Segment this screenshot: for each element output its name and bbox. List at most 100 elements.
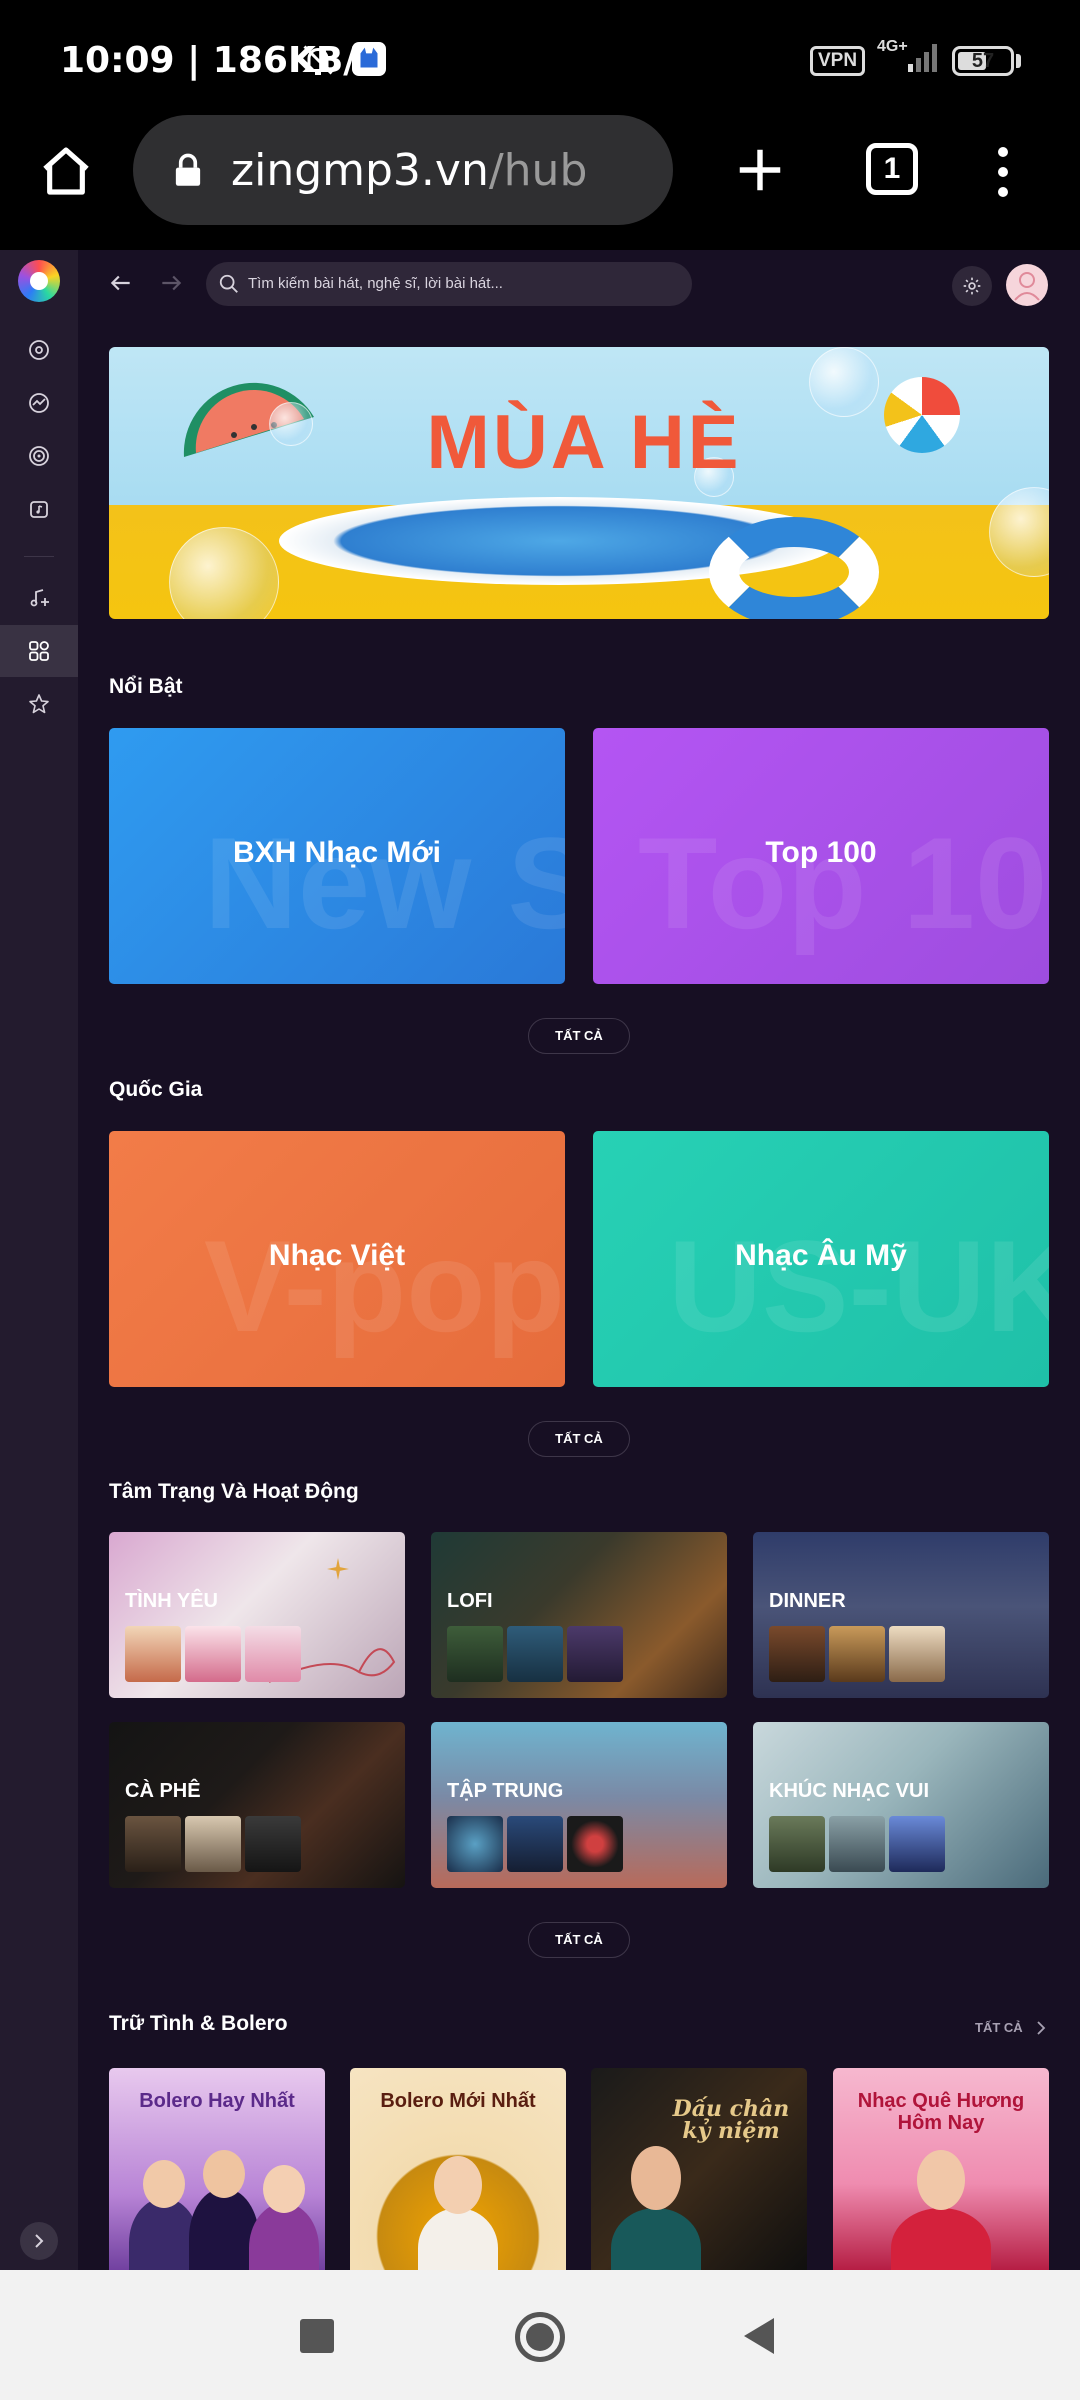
- sidebar-expand-button[interactable]: [20, 2222, 58, 2260]
- see-all-button[interactable]: TẤT CẢ: [528, 1018, 630, 1054]
- mood-label: DINNER: [769, 1590, 846, 1612]
- search-icon: [219, 274, 238, 293]
- disc-icon: [29, 340, 49, 360]
- playlist-card-nhac-que-huong[interactable]: Nhạc Quê Hương Hôm Nay: [833, 2068, 1049, 2270]
- new-tab-icon[interactable]: [733, 143, 787, 197]
- mood-card-dinner[interactable]: DINNER: [753, 1532, 1049, 1698]
- playlist-thumb[interactable]: [829, 1816, 885, 1872]
- sidebar-item-chart[interactable]: [0, 377, 78, 429]
- search-input[interactable]: Tìm kiếm bài hát, nghệ sĩ, lời bài hát..…: [206, 262, 692, 306]
- sidebar-item-discover[interactable]: [0, 324, 78, 376]
- section-title-country: Quốc Gia: [109, 1078, 203, 1101]
- section-title-featured: Nổi Bật: [109, 675, 183, 698]
- home-button[interactable]: [515, 2312, 565, 2362]
- tab-switcher-button[interactable]: 1: [866, 143, 918, 195]
- artist-face: [143, 2160, 185, 2208]
- see-all-link[interactable]: TẤT CẢ: [975, 2020, 1046, 2035]
- playlist-thumb[interactable]: [125, 1816, 181, 1872]
- user-avatar[interactable]: [1006, 264, 1048, 306]
- playlist-thumb[interactable]: [245, 1626, 301, 1682]
- playlist-thumb[interactable]: [567, 1626, 623, 1682]
- card-ghost-text: Top 100: [638, 810, 1049, 956]
- home-icon[interactable]: [38, 143, 94, 199]
- mood-card-lofi[interactable]: LOFI: [431, 1532, 727, 1698]
- battery-tip: [1016, 54, 1021, 68]
- card-label: BXH Nhạc Mới: [232, 836, 442, 869]
- sidebar-item-library[interactable]: [0, 483, 78, 535]
- recents-button[interactable]: [300, 2319, 334, 2353]
- artist-figure: [249, 2203, 319, 2270]
- library-icon: [30, 501, 48, 518]
- card-top100[interactable]: Top 100 Top 100: [593, 728, 1049, 984]
- battery-icon: 57: [952, 46, 1014, 76]
- playlist-card-dau-chan-ky-niem[interactable]: Dấu chân kỷ niệm: [591, 2068, 807, 2270]
- mood-card-love[interactable]: TÌNH YÊU: [109, 1532, 405, 1698]
- playlist-thumb[interactable]: [507, 1626, 563, 1682]
- status-bar: 10:09 | 186KB/s VPN 4G+ 57: [0, 0, 1080, 115]
- lock-icon: [175, 153, 201, 186]
- chart-icon: [29, 393, 49, 413]
- playlist-thumb[interactable]: [447, 1816, 503, 1872]
- playlist-thumb[interactable]: [829, 1626, 885, 1682]
- mood-card-happy[interactable]: KHÚC NHẠC VUI: [753, 1722, 1049, 1888]
- see-all-button[interactable]: TẤT CẢ: [528, 1922, 630, 1958]
- search-placeholder: Tìm kiếm bài hát, nghệ sĩ, lời bài hát..…: [248, 275, 503, 292]
- settings-button[interactable]: [952, 266, 992, 306]
- mood-card-coffee[interactable]: CÀ PHÊ: [109, 1722, 405, 1888]
- sidebar-divider: [24, 556, 54, 557]
- forward-arrow-icon[interactable]: [158, 270, 184, 296]
- playlist-thumb[interactable]: [245, 1816, 301, 1872]
- card-vpop[interactable]: V-pop Nhạc Việt: [109, 1131, 565, 1387]
- back-triangle-icon[interactable]: [740, 2316, 778, 2356]
- star-icon: [29, 694, 49, 714]
- card-new-chart[interactable]: New S BXH Nhạc Mới: [109, 728, 565, 984]
- signal-icon: [908, 44, 937, 72]
- card-ghost-text: V-pop: [204, 1213, 565, 1359]
- music-add-icon: [30, 589, 49, 607]
- app-notification-icon: [352, 42, 386, 76]
- bell-muted-icon: [302, 45, 334, 75]
- playlist-thumb[interactable]: [769, 1816, 825, 1872]
- playlist-thumb[interactable]: [769, 1626, 825, 1682]
- android-nav-bar: [0, 2270, 1080, 2400]
- card-label: Nhạc Việt: [268, 1239, 406, 1272]
- sparkle-icon: [327, 1558, 349, 1580]
- playlist-thumb[interactable]: [889, 1626, 945, 1682]
- gear-icon: [963, 277, 981, 295]
- zing-app: Tìm kiếm bài hát, nghệ sĩ, lời bài hát..…: [0, 250, 1080, 2270]
- artist-face: [263, 2165, 305, 2213]
- swim-ring-icon: [709, 517, 879, 619]
- sidebar: [0, 250, 78, 2270]
- artist-figure: [891, 2208, 991, 2270]
- playlist-thumb[interactable]: [567, 1816, 623, 1872]
- hero-banner[interactable]: MÙA HÈ: [109, 347, 1049, 619]
- mood-label: LOFI: [447, 1590, 493, 1612]
- back-arrow-icon[interactable]: [108, 270, 134, 296]
- sidebar-item-hub[interactable]: [0, 625, 78, 677]
- artist-figure: [611, 2208, 701, 2270]
- playlist-thumb[interactable]: [507, 1816, 563, 1872]
- playlist-thumb[interactable]: [447, 1626, 503, 1682]
- url-bar[interactable]: zingmp3.vn/hub: [133, 115, 673, 225]
- sidebar-item-radio[interactable]: [0, 430, 78, 482]
- url-text: zingmp3.vn/hub: [231, 145, 587, 196]
- chevron-right-icon: [1037, 2021, 1046, 2035]
- card-ghost-text: US-UK: [668, 1213, 1049, 1359]
- sidebar-item-top100[interactable]: [0, 678, 78, 730]
- playlist-card-bolero-hay-nhat[interactable]: Bolero Hay Nhất: [109, 2068, 325, 2270]
- more-menu-icon[interactable]: [995, 145, 1011, 199]
- browser-toolbar: zingmp3.vn/hub 1: [0, 115, 1080, 250]
- playlist-thumb[interactable]: [889, 1816, 945, 1872]
- mood-card-focus[interactable]: TẬP TRUNG: [431, 1722, 727, 1888]
- sidebar-item-new-music[interactable]: [0, 572, 78, 624]
- playlist-thumb[interactable]: [185, 1626, 241, 1682]
- playlist-thumb[interactable]: [125, 1626, 181, 1682]
- artist-face: [631, 2146, 681, 2210]
- see-all-button[interactable]: TẤT CẢ: [528, 1421, 630, 1457]
- mood-label: CÀ PHÊ: [125, 1780, 201, 1802]
- card-usuk[interactable]: US-UK Nhạc Âu Mỹ: [593, 1131, 1049, 1387]
- zing-logo-icon[interactable]: [18, 260, 60, 302]
- playlist-thumb[interactable]: [185, 1816, 241, 1872]
- artist-figure: [418, 2208, 498, 2270]
- playlist-card-bolero-moi-nhat[interactable]: Bolero Mới Nhất: [350, 2068, 566, 2270]
